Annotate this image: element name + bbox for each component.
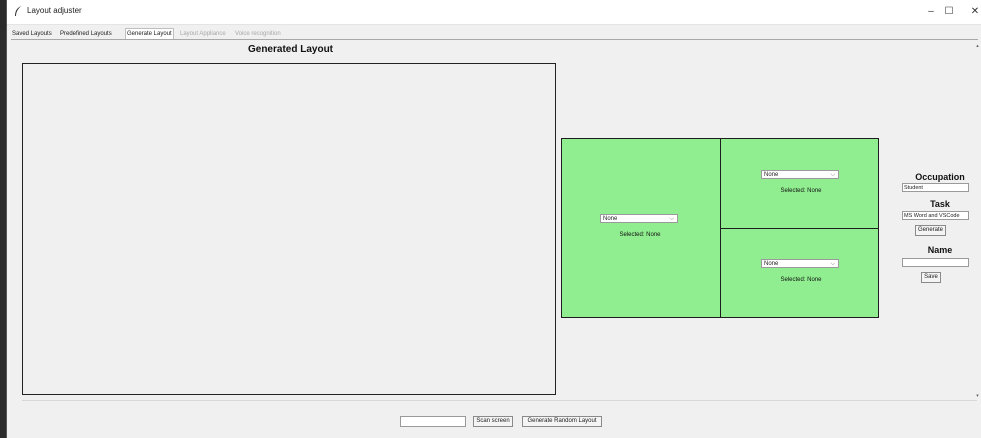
generate-random-layout-button[interactable]: Generate Random Layout	[522, 416, 602, 427]
layout-pane-top-right: None ⌵ Selected: None	[720, 138, 879, 229]
tab-divider	[11, 39, 978, 40]
vertical-scrollbar[interactable]: ▴ ▾	[974, 43, 981, 400]
pane-bottom-right-selected-label: Selected: None	[780, 277, 822, 283]
task-field[interactable]: MS Word and VSCode	[902, 211, 969, 220]
generated-layout-canvas	[22, 63, 556, 395]
chevron-down-icon: ⌵	[669, 216, 674, 222]
task-label: Task	[930, 199, 950, 209]
pane-top-right-combo-value: None	[764, 172, 779, 178]
chevron-down-icon: ⌵	[830, 261, 835, 267]
generated-layout-title: Generated Layout	[247, 44, 334, 55]
scan-screen-button[interactable]: Scan screen	[473, 416, 513, 427]
app-window: Layout adjuster – ☐ ✕ Saved Layouts Pred…	[6, 0, 981, 438]
tab-layout-appliance[interactable]: Layout Appliance	[179, 29, 227, 39]
pane-bottom-right-combobox[interactable]: None ⌵	[761, 259, 839, 268]
pane-top-right-combobox[interactable]: None ⌵	[761, 170, 839, 179]
name-label: Name	[927, 245, 953, 255]
pane-left-combo-value: None	[603, 216, 618, 222]
pane-left-combobox[interactable]: None ⌵	[600, 214, 678, 223]
bottom-separator	[22, 400, 977, 401]
chevron-down-icon: ⌵	[830, 172, 835, 178]
occupation-field[interactable]: Student	[902, 183, 969, 192]
layout-pane-left: None ⌵ Selected: None	[561, 138, 721, 318]
tab-generate-layout[interactable]: Generate Layout	[125, 28, 174, 39]
pane-top-right-selected-label: Selected: None	[780, 188, 822, 194]
tab-saved-layouts[interactable]: Saved Layouts	[11, 29, 53, 39]
title-bar: Layout adjuster – ☐ ✕	[7, 0, 981, 25]
close-button[interactable]: ✕	[960, 0, 981, 24]
scan-entry-field[interactable]	[400, 416, 466, 427]
window-title: Layout adjuster	[27, 6, 82, 15]
pane-bottom-right-combo-value: None	[764, 261, 779, 267]
name-field[interactable]	[902, 258, 969, 267]
layout-pane-bottom-right: None ⌵ Selected: None	[720, 228, 879, 318]
feather-icon	[14, 6, 22, 17]
occupation-label: Occupation	[915, 172, 965, 182]
generate-button[interactable]: Generate	[915, 225, 946, 236]
save-button[interactable]: Save	[921, 272, 941, 283]
scroll-down-arrow-icon[interactable]: ▾	[974, 393, 981, 399]
scroll-up-arrow-icon[interactable]: ▴	[974, 43, 981, 49]
tab-voice-recognition[interactable]: Voice recognition	[234, 29, 282, 39]
pane-left-selected-label: Selected: None	[619, 232, 661, 238]
tab-predefined-layouts[interactable]: Predefined Layouts	[59, 29, 113, 39]
